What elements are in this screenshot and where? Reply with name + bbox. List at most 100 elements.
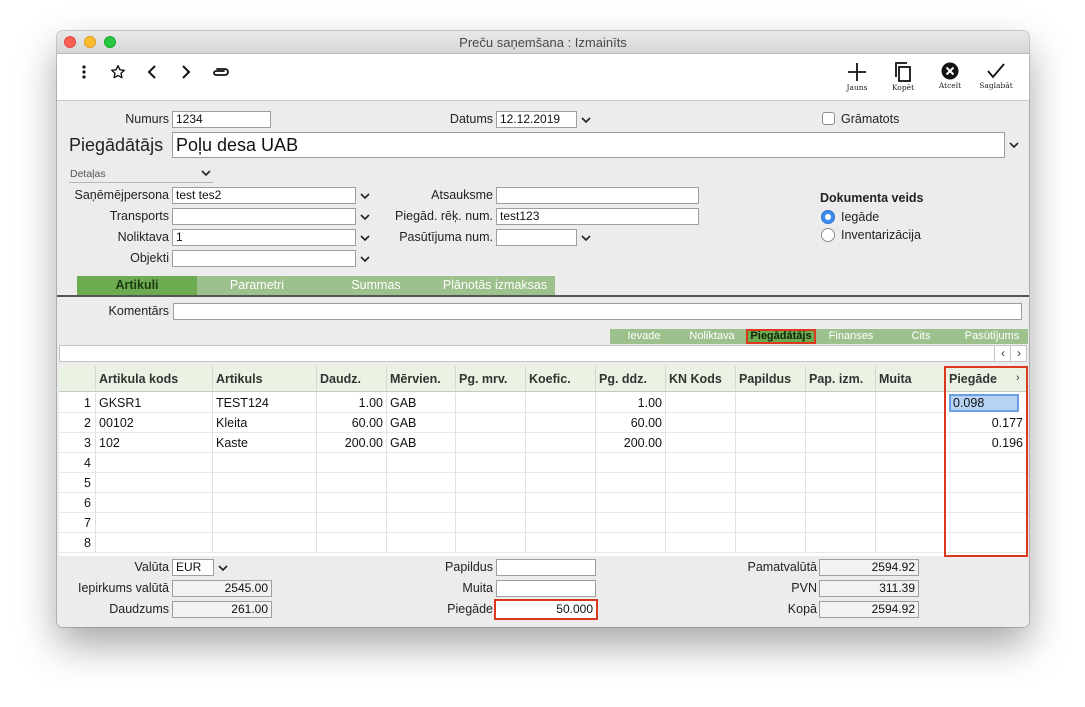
- grid-cell-qty[interactable]: [317, 493, 387, 513]
- grid-cell-code[interactable]: [96, 473, 213, 493]
- subtab-ievade[interactable]: Ievade: [610, 329, 678, 344]
- grid-cell-kn-code[interactable]: [666, 433, 736, 453]
- grid-header-kn-code[interactable]: KN Kods: [666, 366, 736, 392]
- grid-cell-pg-mrv[interactable]: [456, 393, 526, 413]
- grid-cell-extra-unit[interactable]: [806, 453, 876, 473]
- tab-planotas-izmaksas[interactable]: Plānotās izmaksas: [435, 276, 555, 295]
- invoice-number-input[interactable]: test123: [496, 208, 699, 225]
- grid-cell-qty[interactable]: [317, 513, 387, 533]
- grid-cell-code[interactable]: [96, 453, 213, 473]
- grid-cell-coef[interactable]: [526, 473, 596, 493]
- grid-cell-qty[interactable]: [317, 533, 387, 553]
- grid-cell-code[interactable]: [96, 513, 213, 533]
- grid-cell-unit[interactable]: [387, 533, 456, 553]
- grid-header-qty[interactable]: Daudz.: [317, 366, 387, 392]
- chevron-left-icon[interactable]: [145, 62, 159, 82]
- currency-chevron-down-icon[interactable]: [216, 561, 230, 575]
- currency-input[interactable]: EUR: [172, 559, 214, 576]
- subtab-noliktava[interactable]: Noliktava: [678, 329, 746, 344]
- customs-input[interactable]: [496, 580, 596, 597]
- grid-cell-qty[interactable]: 1.00: [317, 393, 387, 413]
- grid-cell-delivery[interactable]: 0.196: [946, 433, 1027, 453]
- grid-cell-coef[interactable]: [526, 413, 596, 433]
- grid-cell-delivery[interactable]: [946, 473, 1027, 493]
- grid-header-customs[interactable]: Muita: [876, 366, 946, 392]
- grid-cell-pg-ddz[interactable]: [596, 533, 666, 553]
- grid-header-extra[interactable]: Papildus: [736, 366, 806, 392]
- tab-artikuli[interactable]: Artikuli: [77, 276, 197, 295]
- grid-cell-unit[interactable]: GAB: [387, 393, 456, 413]
- grid-cell-extra[interactable]: [736, 493, 806, 513]
- grid-cell-pg-ddz[interactable]: [596, 513, 666, 533]
- grid-cell-extra-unit[interactable]: [806, 433, 876, 453]
- warehouse-chevron-down-icon[interactable]: [358, 231, 372, 245]
- grid-cell-qty[interactable]: 60.00: [317, 413, 387, 433]
- grid-cell-coef[interactable]: [526, 393, 596, 413]
- supplier-chevron-down-icon[interactable]: [1007, 138, 1021, 152]
- order-chevron-down-icon[interactable]: [579, 231, 593, 245]
- grid-header-pg-mrv[interactable]: Pg. mrv.: [456, 366, 526, 392]
- grid-cell-extra[interactable]: [736, 393, 806, 413]
- grid-horizontal-scrollbar[interactable]: ‹ ›: [59, 345, 1027, 362]
- grid-cell-kn-code[interactable]: [666, 473, 736, 493]
- date-chevron-down-icon[interactable]: [579, 113, 593, 127]
- grid-cell-extra[interactable]: [736, 433, 806, 453]
- grid-cell-item[interactable]: [213, 473, 317, 493]
- grid-cell-customs[interactable]: [876, 393, 946, 413]
- grid-cell-kn-code[interactable]: [666, 413, 736, 433]
- posted-checkbox[interactable]: [822, 112, 835, 125]
- transport-chevron-down-icon[interactable]: [358, 210, 372, 224]
- grid-cell-pg-mrv[interactable]: [456, 533, 526, 553]
- grid-cell-code[interactable]: [96, 533, 213, 553]
- paperclip-icon[interactable]: [210, 62, 230, 82]
- grid-header-coef[interactable]: Koefic.: [526, 366, 596, 392]
- grid-cell-item[interactable]: Kleita: [213, 413, 317, 433]
- grid-cell-extra[interactable]: [736, 533, 806, 553]
- doc-type-inventory-radio[interactable]: [821, 228, 835, 242]
- grid-cell-pg-mrv[interactable]: [456, 493, 526, 513]
- grid-cell-item[interactable]: [213, 493, 317, 513]
- grid-header-item[interactable]: Artikuls: [213, 366, 317, 392]
- grid-cell-kn-code[interactable]: [666, 533, 736, 553]
- order-number-input[interactable]: [496, 229, 577, 246]
- grid-cell-coef[interactable]: [526, 533, 596, 553]
- grid-cell-delivery[interactable]: [946, 533, 1027, 553]
- grid-cell-extra[interactable]: [736, 453, 806, 473]
- grid-cell-item[interactable]: Kaste: [213, 433, 317, 453]
- grid-cell-coef[interactable]: [526, 513, 596, 533]
- grid-cell-delivery[interactable]: 0.177: [946, 413, 1027, 433]
- grid-cell-pg-mrv[interactable]: [456, 453, 526, 473]
- scroll-right-button[interactable]: ›: [1010, 346, 1027, 361]
- grid-cell-pg-mrv[interactable]: [456, 513, 526, 533]
- grid-cell-extra[interactable]: [736, 513, 806, 533]
- grid-cell-unit[interactable]: [387, 473, 456, 493]
- grid-cell-pg-mrv[interactable]: [456, 413, 526, 433]
- receiver-input[interactable]: test tes2: [172, 187, 356, 204]
- subtab-cits[interactable]: Cits: [886, 329, 956, 344]
- grid-cell-qty[interactable]: 200.00: [317, 433, 387, 453]
- grid-cell-delivery[interactable]: [946, 453, 1027, 473]
- grid-cell-customs[interactable]: [876, 533, 946, 553]
- grid-header-code[interactable]: Artikula kods: [96, 366, 213, 392]
- grid-cell-customs[interactable]: [876, 493, 946, 513]
- grid-cell-code[interactable]: [96, 493, 213, 513]
- tab-summas[interactable]: Summas: [317, 276, 435, 295]
- grid-cell-delivery-editing[interactable]: 0.098: [949, 394, 1019, 412]
- grid-cell-code[interactable]: GKSR1: [96, 393, 213, 413]
- date-input[interactable]: 12.12.2019: [496, 111, 577, 128]
- grid-cell-item[interactable]: [213, 453, 317, 473]
- grid-cell-extra-unit[interactable]: [806, 513, 876, 533]
- objects-input[interactable]: [172, 250, 356, 267]
- reference-input[interactable]: [496, 187, 699, 204]
- grid-cell-unit[interactable]: GAB: [387, 413, 456, 433]
- chevron-right-icon[interactable]: [179, 62, 193, 82]
- grid-cell-customs[interactable]: [876, 413, 946, 433]
- number-input[interactable]: 1234: [172, 111, 271, 128]
- grid-cell-kn-code[interactable]: [666, 393, 736, 413]
- grid-cell-customs[interactable]: [876, 453, 946, 473]
- grid-cell-item[interactable]: [213, 533, 317, 553]
- star-icon[interactable]: [109, 62, 127, 82]
- grid-cell-unit[interactable]: GAB: [387, 433, 456, 453]
- grid-cell-coef[interactable]: [526, 493, 596, 513]
- grid-cell-pg-mrv[interactable]: [456, 473, 526, 493]
